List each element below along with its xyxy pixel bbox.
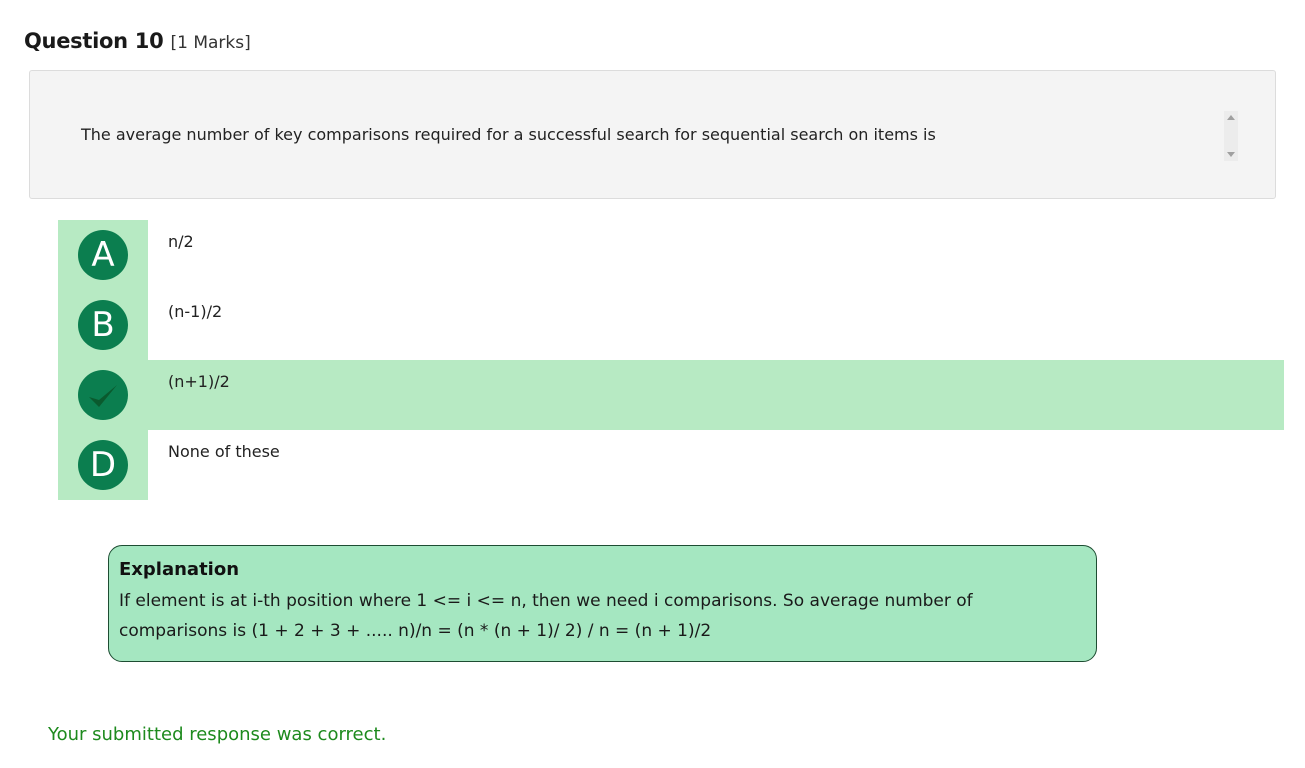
option-d-badge: D — [78, 440, 128, 490]
option-d-text: None of these — [168, 442, 280, 461]
explanation-box: Explanation If element is at i-th positi… — [108, 545, 1097, 662]
option-b-text: (n-1)/2 — [168, 302, 223, 321]
option-c-badge — [78, 370, 128, 420]
question-text: The average number of key comparisons re… — [81, 125, 936, 144]
checkmark-icon — [89, 385, 117, 407]
question-title: Question 10 — [24, 29, 164, 53]
option-a[interactable]: A n/2 — [58, 220, 1284, 290]
option-b-badge: B — [78, 300, 128, 350]
question-marks: [1 Marks] — [170, 33, 251, 53]
explanation-title: Explanation — [119, 559, 240, 580]
question-box: The average number of key comparisons re… — [29, 70, 1276, 199]
option-d[interactable]: D None of these — [58, 430, 1284, 500]
option-c-text: (n+1)/2 — [168, 372, 230, 391]
result-message: Your submitted response was correct. — [48, 724, 387, 745]
option-b[interactable]: B (n-1)/2 — [58, 290, 1284, 360]
explanation-text: If element is at i-th position where 1 <… — [119, 591, 973, 641]
question-header: Question 10 [1 Marks] — [24, 26, 251, 56]
answer-options: A n/2 B (n-1)/2 (n+1)/2 D None of these — [58, 220, 1284, 500]
question-scrollbar[interactable] — [1224, 111, 1238, 161]
option-a-text: n/2 — [168, 232, 194, 251]
option-c[interactable]: (n+1)/2 — [58, 360, 1284, 430]
scroll-up-arrow-icon[interactable] — [1227, 115, 1235, 120]
quiz-page: Question 10 [1 Marks] The average number… — [0, 0, 1305, 768]
scroll-down-arrow-icon[interactable] — [1227, 152, 1235, 157]
option-a-badge: A — [78, 230, 128, 280]
